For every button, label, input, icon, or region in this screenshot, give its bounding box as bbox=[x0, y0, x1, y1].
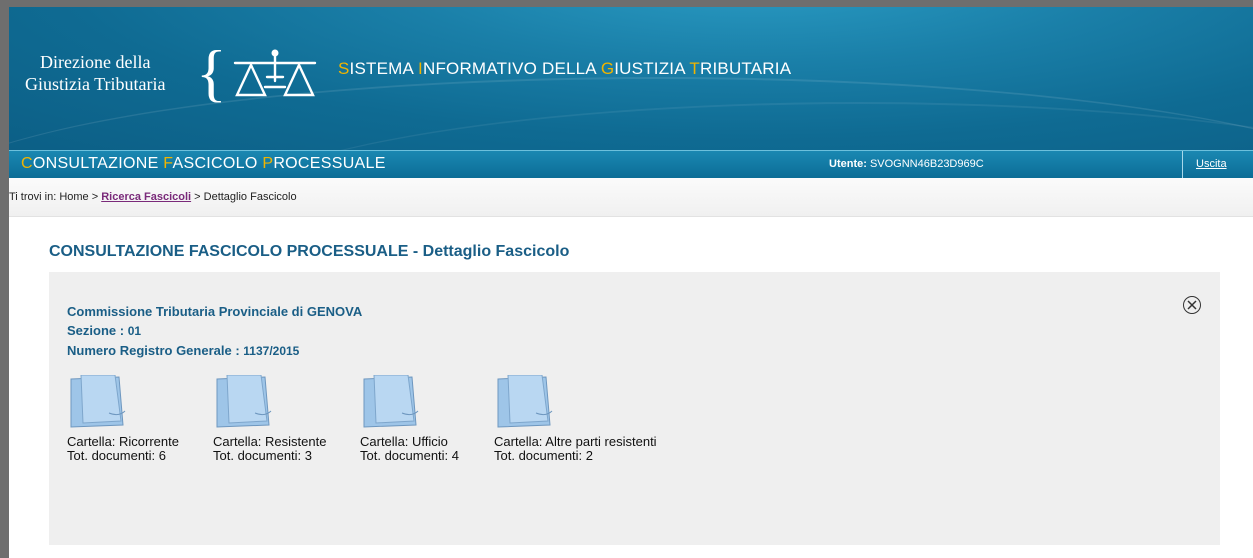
section-title: CONSULTAZIONE FASCICOLO PROCESSUALE bbox=[21, 155, 386, 173]
folder-item[interactable]: Cartella: Ricorrente Tot. documenti: 6 bbox=[67, 375, 179, 463]
page-title: CONSULTAZIONE FASCICOLO PROCESSUALE - De… bbox=[49, 243, 570, 260]
org-name: Direzione della Giustizia Tributaria bbox=[25, 51, 166, 95]
folder-icon bbox=[497, 375, 553, 428]
folder-name: Cartella: Resistente bbox=[213, 434, 327, 449]
logout-link[interactable]: Uscita bbox=[1196, 158, 1227, 170]
system-title-word: ISTEMA bbox=[349, 59, 419, 78]
user-label: Utente: bbox=[829, 158, 867, 170]
breadcrumb-prefix: Ti trovi in: Home > bbox=[9, 191, 102, 203]
commission-name: Commissione Tributaria Provinciale di GE… bbox=[67, 304, 363, 319]
folder-caption: Cartella: Ricorrente Tot. documenti: 6 bbox=[67, 435, 179, 463]
scales-of-justice-icon bbox=[229, 47, 321, 110]
folder-caption: Cartella: Altre parti resistenti Tot. do… bbox=[494, 435, 657, 463]
page: Direzione della Giustizia Tributaria { S… bbox=[9, 7, 1253, 558]
folder-icon bbox=[70, 375, 126, 428]
brace-glyph: { bbox=[196, 37, 227, 108]
folder-icon bbox=[216, 375, 272, 428]
section-row: Sezione : 01 bbox=[67, 321, 362, 341]
system-title: SISTEMA INFORMATIVO DELLA GIUSTIZIA TRIB… bbox=[338, 59, 791, 79]
registry-label: Numero Registro Generale : bbox=[67, 343, 240, 358]
folder-doc-count: Tot. documenti: 3 bbox=[213, 448, 312, 463]
section-value: 01 bbox=[127, 324, 142, 338]
folder-item[interactable]: Cartella: Altre parti resistenti Tot. do… bbox=[494, 375, 657, 463]
folder-caption: Cartella: Ufficio Tot. documenti: 4 bbox=[360, 435, 459, 463]
detail-panel: Commissione Tributaria Provinciale di GE… bbox=[49, 272, 1220, 545]
folder-item[interactable]: Cartella: Ufficio Tot. documenti: 4 bbox=[360, 375, 459, 463]
section-label: Sezione : bbox=[67, 323, 125, 338]
bar-divider bbox=[1182, 151, 1183, 178]
section-title-initial: C bbox=[21, 155, 33, 172]
folder-icon bbox=[363, 375, 419, 428]
breadcrumb-current: > Dettaglio Fascicolo bbox=[191, 191, 297, 203]
section-title-word: ONSULTAZIONE bbox=[32, 155, 164, 172]
registry-row: Numero Registro Generale : 1137/2015 bbox=[67, 341, 362, 361]
org-line2: Giustizia Tributaria bbox=[25, 74, 166, 94]
folder-caption: Cartella: Resistente Tot. documenti: 3 bbox=[213, 435, 326, 463]
header-banner: Direzione della Giustizia Tributaria { S… bbox=[9, 7, 1253, 150]
system-title-word: RIBUTARIA bbox=[700, 59, 792, 78]
system-title-initial: G bbox=[600, 59, 615, 78]
system-title-initial: T bbox=[689, 59, 701, 78]
close-icon[interactable] bbox=[1183, 296, 1201, 314]
window-frame-left bbox=[0, 0, 9, 558]
folder-name: Cartella: Altre parti resistenti bbox=[494, 434, 657, 449]
system-title-word: NFORMATIVO DELLA bbox=[422, 59, 601, 78]
folder-doc-count: Tot. documenti: 2 bbox=[494, 448, 593, 463]
user-info: Utente: SVOGNN46B23D969C bbox=[829, 158, 984, 170]
section-title-word: ASCICOLO bbox=[172, 155, 263, 172]
user-id: SVOGNN46B23D969C bbox=[869, 158, 984, 170]
folder-item[interactable]: Cartella: Resistente Tot. documenti: 3 bbox=[213, 375, 326, 463]
folder-name: Cartella: Ufficio bbox=[360, 434, 448, 449]
folder-doc-count: Tot. documenti: 6 bbox=[67, 448, 166, 463]
system-title-initial: S bbox=[338, 59, 350, 78]
registry-value: 1137/2015 bbox=[243, 344, 300, 358]
system-title-word: IUSTIZIA bbox=[614, 59, 690, 78]
window-frame-top bbox=[0, 0, 1253, 7]
section-title-initial: P bbox=[262, 155, 274, 172]
top-bar: CONSULTAZIONE FASCICOLO PROCESSUALE Uten… bbox=[9, 150, 1253, 178]
case-info: Commissione Tributaria Provinciale di GE… bbox=[67, 302, 362, 361]
folder-name: Cartella: Ricorrente bbox=[67, 434, 179, 449]
section-title-word: ROCESSUALE bbox=[273, 155, 386, 172]
section-title-initial: F bbox=[163, 155, 173, 172]
breadcrumb: Ti trovi in: Home > Ricerca Fascicoli > … bbox=[9, 178, 1253, 217]
breadcrumb-link-ricerca-fascicoli[interactable]: Ricerca Fascicoli bbox=[101, 191, 191, 203]
folder-doc-count: Tot. documenti: 4 bbox=[360, 448, 459, 463]
org-line1: Direzione della bbox=[40, 52, 151, 72]
